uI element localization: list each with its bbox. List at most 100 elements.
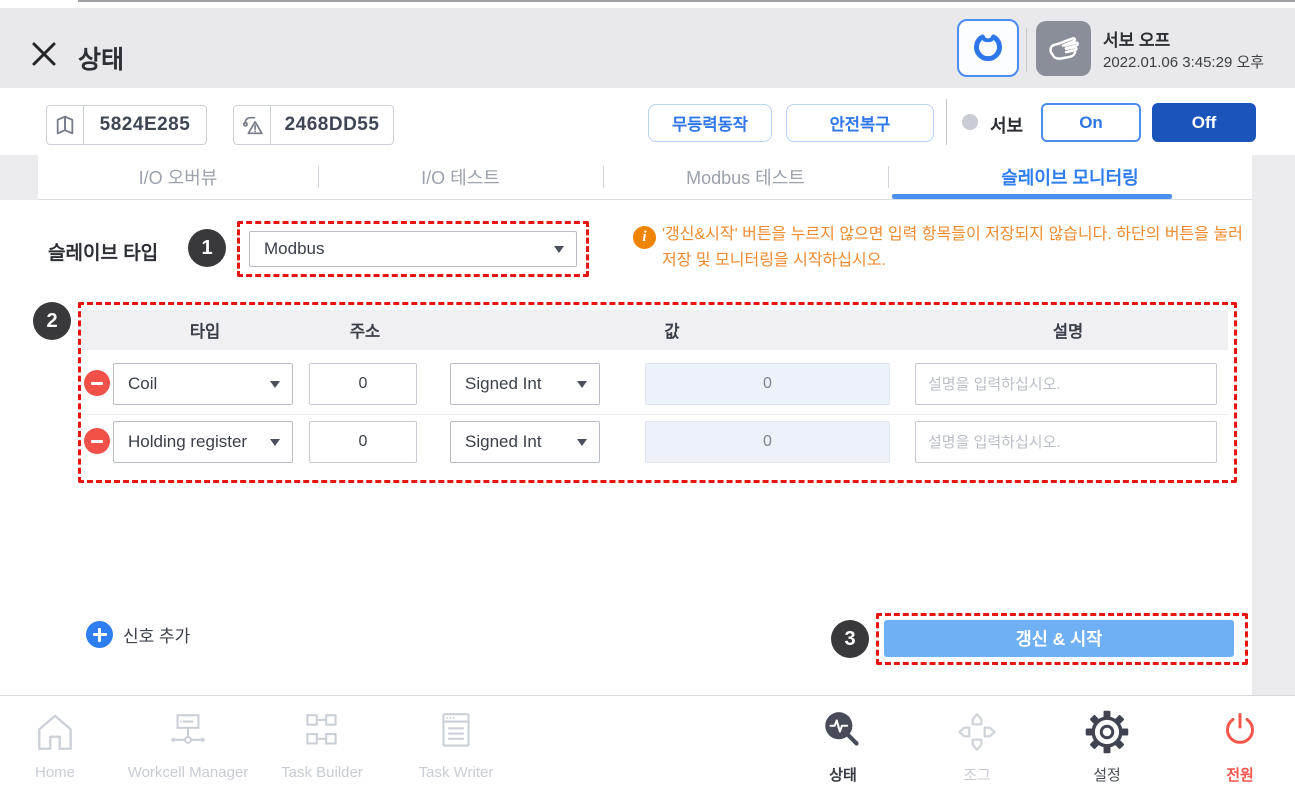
close-button[interactable] (28, 38, 60, 70)
row2-value-field (645, 421, 890, 463)
safety-icon-cell (234, 106, 271, 144)
task-writer-icon (433, 709, 479, 755)
step-badge-3: 3 (831, 620, 869, 658)
home-icon (32, 709, 78, 755)
chevron-down-icon (554, 246, 564, 253)
chevron-down-icon (577, 381, 587, 388)
nav-label: 조그 (963, 764, 991, 785)
row2-description-input[interactable] (915, 421, 1217, 463)
header-datetime: 2022.01.06 3:45:29 오후 (1103, 51, 1264, 72)
nav-label: Task Builder (281, 764, 363, 781)
book-icon (54, 114, 76, 136)
jog-dpad-icon (955, 710, 999, 754)
hand-icon (1045, 30, 1083, 68)
table-row: Coil Signed Int (0, 360, 1252, 408)
row2-type-dropdown[interactable]: Holding register (113, 421, 293, 463)
zero-torque-button[interactable]: 무등력동작 (648, 104, 772, 142)
status-monitor-icon (819, 708, 867, 756)
servo-off-button[interactable]: Off (1152, 103, 1256, 142)
tab-left-pad (0, 155, 38, 200)
header-divider (1026, 28, 1027, 72)
power-icon (1218, 710, 1262, 754)
table-header-row: 타입 주소 값 설명 (81, 310, 1228, 350)
nav-power[interactable]: 전원 (1155, 706, 1295, 785)
annotation-box-1: Modbus (237, 221, 589, 277)
servo-on-button[interactable]: On (1041, 103, 1141, 142)
safety-recovery-button[interactable]: 안전복구 (786, 104, 934, 142)
info-icon (633, 226, 656, 249)
tab-io-overview[interactable]: I/O 오버뷰 (38, 155, 318, 199)
safety-id-value: 2468DD55 (271, 106, 393, 144)
table-row: Holding register Signed Int (0, 418, 1252, 466)
info-message: '갱신&시작' 버튼을 누르지 않으면 입력 항목들이 저장되지 않습니다. 하… (662, 222, 1248, 274)
nav-label: Workcell Manager (128, 764, 249, 781)
slave-type-value: Modbus (264, 239, 324, 259)
robot-warning-icon (241, 114, 264, 137)
gripper-icon (970, 30, 1006, 66)
status-screen: 상태 서보 오프 2022.01.06 3:45:29 오후 (0, 0, 1295, 808)
content-area: 슬레이브 타입 1 Modbus '갱신&시작' 버튼을 누르지 않으면 입력 … (0, 200, 1295, 695)
row-separator (81, 414, 1228, 415)
status-bar: 5824E285 2468DD55 무등력동작 안전복구 서보 On (0, 88, 1295, 155)
header-bar: 상태 서보 오프 2022.01.06 3:45:29 오후 (0, 8, 1295, 88)
servo-status-dot (962, 114, 978, 130)
tab-modbus-test[interactable]: Modbus 테스트 (603, 155, 888, 199)
servo-label: 서보 (990, 112, 1023, 138)
nav-label: Home (35, 764, 75, 781)
row1-datatype-dropdown[interactable]: Signed Int (450, 363, 600, 405)
nav-task-writer[interactable]: Task Writer (371, 706, 541, 781)
tab-bar: I/O 오버뷰 I/O 테스트 Modbus 테스트 슬레이브 모니터링 (0, 155, 1295, 200)
chevron-down-icon (270, 381, 280, 388)
slave-type-dropdown[interactable]: Modbus (249, 231, 577, 267)
tab-slave-monitoring[interactable]: 슬레이브 모니터링 (888, 155, 1252, 199)
controller-id-value: 5824E285 (84, 106, 206, 144)
col-header-value: 값 (452, 310, 892, 350)
nav-label: Task Writer (419, 764, 494, 781)
row1-type-value: Coil (128, 374, 157, 394)
nav-label: 상태 (829, 764, 857, 785)
remove-row-button[interactable] (84, 428, 110, 454)
row2-type-value: Holding register (128, 432, 247, 452)
slave-type-label: 슬레이브 타입 (48, 238, 158, 265)
row1-datatype-value: Signed Int (465, 374, 542, 394)
row1-address-input[interactable] (309, 363, 417, 405)
task-builder-icon (299, 709, 345, 755)
row1-type-dropdown[interactable]: Coil (113, 363, 293, 405)
annotation-box-3: 갱신 & 시작 (876, 613, 1248, 665)
chevron-down-icon (577, 439, 587, 446)
window-top-edge (78, 0, 1295, 2)
workcell-manager-icon (165, 709, 211, 755)
tab-io-test[interactable]: I/O 테스트 (318, 155, 603, 199)
safety-id-badge: 2468DD55 (233, 105, 394, 145)
col-header-description: 설명 (917, 310, 1219, 350)
add-signal-button[interactable]: 신호 추가 (86, 621, 190, 648)
row2-datatype-dropdown[interactable]: Signed Int (450, 421, 600, 463)
gear-icon (1084, 709, 1130, 755)
tab-right-pad (1252, 155, 1295, 200)
chevron-down-icon (270, 439, 280, 446)
step-badge-1: 1 (188, 229, 226, 267)
nav-label: 설정 (1093, 764, 1121, 785)
step-badge-2: 2 (33, 302, 71, 340)
row1-value-field (645, 363, 890, 405)
close-icon (30, 40, 58, 68)
controller-icon-cell (47, 106, 84, 144)
servo-state-text: 서보 오프 (1103, 26, 1170, 51)
update-start-button[interactable]: 갱신 & 시작 (884, 620, 1234, 657)
status-divider (946, 99, 947, 145)
col-header-address: 주소 (311, 310, 419, 350)
plus-icon (86, 621, 113, 648)
nav-label: 전원 (1226, 764, 1254, 785)
col-header-type: 타입 (115, 310, 295, 350)
content-right-pad (1252, 200, 1295, 695)
manual-mode-box[interactable] (1036, 21, 1091, 76)
row2-datatype-value: Signed Int (465, 432, 542, 452)
footer-nav: Home Workcell Manager (0, 695, 1295, 808)
row1-description-input[interactable] (915, 363, 1217, 405)
row2-address-input[interactable] (309, 421, 417, 463)
add-signal-label: 신호 추가 (123, 622, 190, 647)
controller-id-badge: 5824E285 (46, 105, 207, 145)
remove-row-button[interactable] (84, 370, 110, 396)
gripper-button[interactable] (957, 19, 1019, 77)
page-title: 상태 (78, 40, 124, 76)
